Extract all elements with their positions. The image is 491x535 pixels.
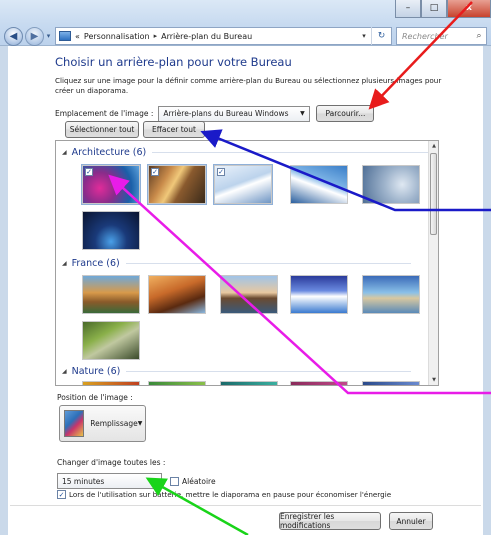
- group-title: Architecture (6): [71, 147, 147, 158]
- picture-location-label: Emplacement de l'image :: [55, 109, 154, 118]
- address-dropdown-icon[interactable]: ▾: [357, 32, 371, 40]
- selection-buttons: Sélectionner tout Effacer tout: [65, 121, 205, 138]
- page-description: Cliquez sur une image pour la définir co…: [55, 76, 442, 95]
- forward-button[interactable]: ▶: [25, 26, 44, 46]
- wallpaper-thumbnail[interactable]: ✓: [81, 164, 141, 205]
- thumbnail-checkbox[interactable]: ✓: [217, 168, 225, 176]
- back-button[interactable]: ◀: [4, 26, 23, 46]
- page-title: Choisir un arrière-plan pour votre Burea…: [55, 55, 292, 69]
- minimize-button[interactable]: –: [395, 0, 421, 18]
- wallpaper-thumbnail[interactable]: [148, 381, 206, 385]
- picture-position-select[interactable]: Remplissage ▼: [59, 405, 146, 442]
- maximize-icon: □: [429, 3, 439, 13]
- picture-position-value: Remplissage: [90, 419, 138, 428]
- thumbnail-checkbox[interactable]: ✓: [85, 168, 93, 176]
- personalization-window: – □ x ◀ ▶ ▾ « Personnalisation ▸ Arrière…: [0, 0, 491, 535]
- wallpaper-thumbnail[interactable]: [82, 275, 140, 314]
- group-title: Nature (6): [71, 366, 121, 377]
- thumbnail-checkbox[interactable]: ✓: [151, 168, 159, 176]
- wallpaper-thumbnail[interactable]: [220, 381, 278, 385]
- back-arrow-icon: ◀: [9, 30, 18, 42]
- fill-preview-icon: [64, 410, 85, 437]
- control-panel-icon: [59, 31, 71, 41]
- right-frame: [483, 46, 491, 535]
- wallpaper-thumbnail[interactable]: [82, 211, 140, 250]
- refresh-icon: ↻: [377, 31, 386, 41]
- shuffle-label: Aléatoire: [182, 476, 216, 486]
- clear-all-button[interactable]: Effacer tout: [143, 121, 205, 138]
- save-changes-button[interactable]: Enregistrer les modifications: [279, 512, 381, 530]
- wallpaper-thumbnail[interactable]: [148, 275, 206, 314]
- wallpaper-thumbnail[interactable]: ✓: [147, 164, 207, 205]
- wallpaper-thumbnail[interactable]: [82, 321, 140, 360]
- battery-option[interactable]: ✓ Lors de l'utilisation sur batterie, me…: [57, 490, 391, 499]
- change-interval-label: Changer d'image toutes les :: [57, 458, 166, 467]
- cancel-button[interactable]: Annuler: [389, 512, 433, 530]
- close-icon: x: [466, 3, 472, 13]
- page-header: Choisir un arrière-plan pour votre Burea…: [55, 55, 445, 96]
- close-button[interactable]: x: [447, 0, 491, 18]
- battery-label: Lors de l'utilisation sur batterie, mett…: [69, 490, 392, 499]
- left-frame: [0, 46, 8, 535]
- wallpaper-thumbnail[interactable]: ✓: [213, 164, 273, 205]
- battery-checkbox[interactable]: ✓: [57, 490, 66, 499]
- wallpaper-thumbnail[interactable]: [362, 275, 420, 314]
- wallpaper-gallery: ◢ Architecture (6) ✓ ✓ ✓ ◢ France (6) ◢ …: [55, 140, 439, 386]
- group-header-france[interactable]: ◢ France (6): [62, 258, 411, 269]
- wallpaper-thumbnail[interactable]: [82, 381, 140, 385]
- scroll-thumb[interactable]: [430, 153, 437, 235]
- search-box[interactable]: Rechercher ⌕: [396, 27, 487, 45]
- chevron-down-icon: ▼: [137, 420, 143, 427]
- caption-buttons: – □ x: [395, 0, 491, 18]
- group-title: France (6): [71, 258, 120, 269]
- group-header-nature[interactable]: ◢ Nature (6): [62, 366, 412, 377]
- wallpaper-thumbnail[interactable]: [220, 275, 278, 314]
- picture-position-label: Position de l'image :: [57, 393, 133, 402]
- refresh-button[interactable]: ↻: [371, 27, 391, 45]
- footer-divider: [10, 505, 481, 506]
- browse-button[interactable]: Parcourir...: [316, 105, 375, 122]
- breadcrumb-prefix[interactable]: «: [75, 32, 80, 41]
- title-bar: – □ x ◀ ▶ ▾ « Personnalisation ▸ Arrière…: [0, 0, 491, 46]
- gallery-scrollbar[interactable]: ▲ ▼: [428, 141, 438, 385]
- wallpaper-thumbnail[interactable]: [290, 275, 348, 314]
- picture-location-select[interactable]: Arrière-plans du Bureau Windows ▼: [158, 105, 311, 122]
- search-input[interactable]: Rechercher: [402, 32, 472, 41]
- forward-arrow-icon: ▶: [30, 30, 39, 42]
- picture-location-value: Arrière-plans du Bureau Windows: [163, 109, 289, 118]
- shuffle-checkbox[interactable]: [170, 476, 179, 486]
- collapse-triangle-icon[interactable]: ◢: [62, 368, 67, 375]
- wallpaper-thumbnail[interactable]: [290, 165, 348, 204]
- collapse-triangle-icon[interactable]: ◢: [62, 149, 67, 156]
- breadcrumb-desktop-background[interactable]: Arrière-plan du Bureau: [161, 32, 252, 41]
- interval-value: 15 minutes: [62, 476, 105, 486]
- navigation-row: ◀ ▶ ▾ « Personnalisation ▸ Arrière-plan …: [4, 26, 487, 46]
- group-header-architecture[interactable]: ◢ Architecture (6): [62, 147, 438, 158]
- wallpaper-thumbnail[interactable]: [362, 381, 420, 385]
- wallpaper-thumbnail[interactable]: [362, 165, 420, 204]
- minimize-icon: –: [405, 3, 411, 13]
- shuffle-option[interactable]: Aléatoire: [170, 476, 216, 486]
- chevron-down-icon: ▼: [151, 477, 157, 485]
- scroll-up-icon[interactable]: ▲: [429, 141, 438, 151]
- breadcrumb-personalisation[interactable]: Personnalisation: [84, 32, 150, 41]
- picture-location-row: Emplacement de l'image : Arrière-plans d…: [55, 105, 375, 122]
- recent-pages-dropdown[interactable]: ▾: [44, 32, 53, 40]
- breadcrumb-chevron-icon[interactable]: ▸: [154, 32, 158, 40]
- interval-row: 15 minutes ▼ Aléatoire: [57, 473, 216, 489]
- interval-select[interactable]: 15 minutes ▼: [57, 473, 162, 489]
- chevron-down-icon: ▼: [300, 110, 305, 117]
- wallpaper-thumbnail[interactable]: [290, 381, 348, 385]
- search-icon[interactable]: ⌕: [472, 31, 486, 41]
- maximize-button[interactable]: □: [421, 0, 447, 18]
- collapse-triangle-icon[interactable]: ◢: [62, 260, 67, 267]
- scroll-down-icon[interactable]: ▼: [429, 375, 438, 385]
- select-all-button[interactable]: Sélectionner tout: [65, 121, 139, 138]
- address-bar[interactable]: « Personnalisation ▸ Arrière-plan du Bur…: [55, 27, 392, 45]
